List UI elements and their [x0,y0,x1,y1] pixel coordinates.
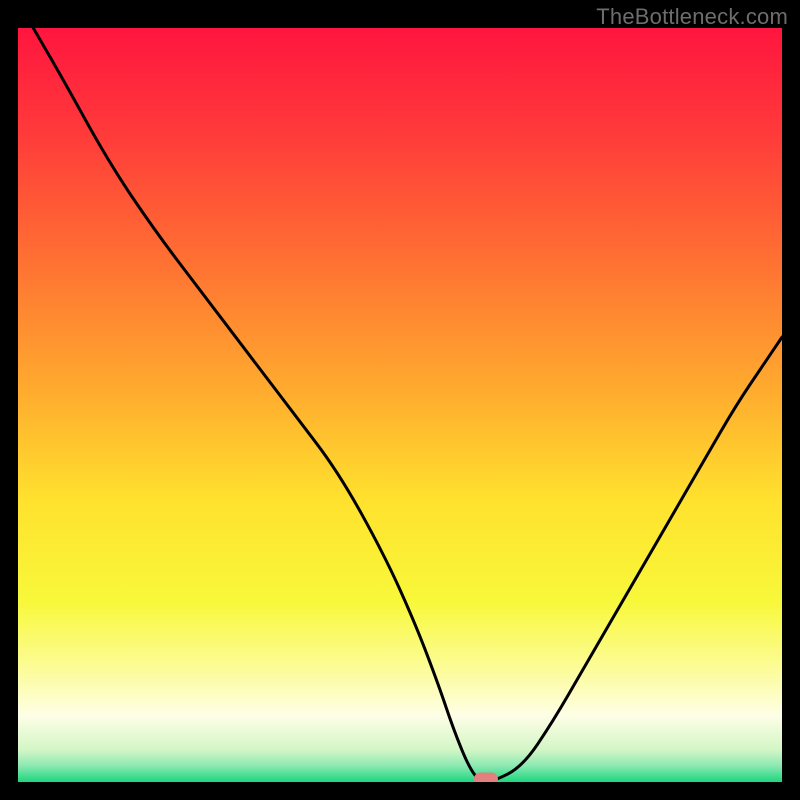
plot-area [18,28,782,782]
bottleneck-curve [18,28,782,782]
watermark-text: TheBottleneck.com [596,4,788,30]
chart-frame: TheBottleneck.com [0,0,800,800]
bottleneck-minimum-marker [474,773,498,783]
